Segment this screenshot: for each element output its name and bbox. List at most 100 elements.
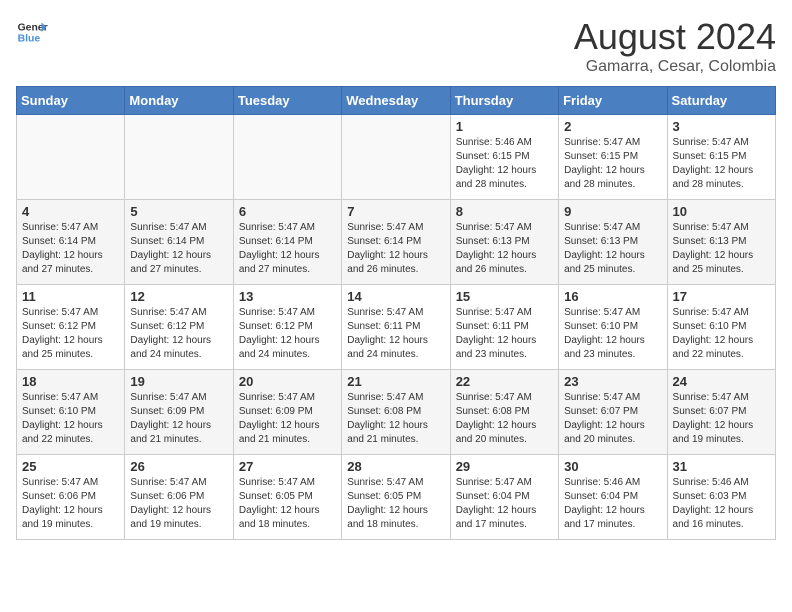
calendar-cell: 12 Sunrise: 5:47 AM Sunset: 6:12 PM Dayli…	[125, 285, 233, 370]
day-detail: Sunrise: 5:47 AM Sunset: 6:07 PM Dayligh…	[673, 391, 770, 447]
day-detail: Sunrise: 5:47 AM Sunset: 6:04 PM Dayligh…	[456, 476, 553, 532]
weekday-header-monday: Monday	[125, 87, 233, 115]
week-row-2: 4 Sunrise: 5:47 AM Sunset: 6:14 PM Daylig…	[17, 200, 776, 285]
day-number: 27	[239, 459, 336, 474]
calendar-title: August 2024	[574, 16, 776, 58]
calendar-cell: 29 Sunrise: 5:47 AM Sunset: 6:04 PM Dayli…	[450, 455, 558, 540]
calendar-cell: 13 Sunrise: 5:47 AM Sunset: 6:12 PM Dayli…	[233, 285, 341, 370]
day-detail: Sunrise: 5:47 AM Sunset: 6:11 PM Dayligh…	[456, 306, 553, 362]
calendar-cell: 16 Sunrise: 5:47 AM Sunset: 6:10 PM Dayli…	[559, 285, 667, 370]
calendar-cell: 7 Sunrise: 5:47 AM Sunset: 6:14 PM Daylig…	[342, 200, 450, 285]
week-row-4: 18 Sunrise: 5:47 AM Sunset: 6:10 PM Dayli…	[17, 370, 776, 455]
calendar-cell: 8 Sunrise: 5:47 AM Sunset: 6:13 PM Daylig…	[450, 200, 558, 285]
calendar-cell: 4Sunrise: 5:47 AM Sunset: 6:14 PM Daylig…	[17, 200, 125, 285]
day-number: 15	[456, 289, 553, 304]
calendar-cell: 6 Sunrise: 5:47 AM Sunset: 6:14 PM Daylig…	[233, 200, 341, 285]
calendar-subtitle: Gamarra, Cesar, Colombia	[574, 58, 776, 76]
calendar-cell: 19 Sunrise: 5:47 AM Sunset: 6:09 PM Dayli…	[125, 370, 233, 455]
calendar-cell: 1 Sunrise: 5:46 AM Sunset: 6:15 PM Daylig…	[450, 115, 558, 200]
day-number: 20	[239, 374, 336, 389]
day-number: 13	[239, 289, 336, 304]
calendar-cell: 30Sunrise: 5:46 AM Sunset: 6:04 PM Dayli…	[559, 455, 667, 540]
day-number: 18	[22, 374, 119, 389]
title-area: August 2024 Gamarra, Cesar, Colombia	[574, 16, 776, 76]
calendar-cell	[17, 115, 125, 200]
calendar-cell: 3 Sunrise: 5:47 AM Sunset: 6:15 PM Daylig…	[667, 115, 775, 200]
calendar-cell: 25 Sunrise: 5:47 AM Sunset: 6:06 PM Dayli…	[17, 455, 125, 540]
day-number: 5	[130, 204, 227, 219]
day-detail: Sunrise: 5:47 AM Sunset: 6:05 PM Dayligh…	[239, 476, 336, 532]
day-number: 1	[456, 119, 553, 134]
week-row-3: 11Sunrise: 5:47 AM Sunset: 6:12 PM Dayli…	[17, 285, 776, 370]
day-number: 22	[456, 374, 553, 389]
calendar-cell: 11Sunrise: 5:47 AM Sunset: 6:12 PM Dayli…	[17, 285, 125, 370]
day-detail: Sunrise: 5:47 AM Sunset: 6:13 PM Dayligh…	[673, 221, 770, 277]
day-number: 19	[130, 374, 227, 389]
day-detail: Sunrise: 5:47 AM Sunset: 6:06 PM Dayligh…	[22, 476, 119, 532]
logo-icon: General Blue	[16, 16, 48, 48]
weekday-header-sunday: Sunday	[17, 87, 125, 115]
weekday-header-friday: Friday	[559, 87, 667, 115]
day-detail: Sunrise: 5:46 AM Sunset: 6:04 PM Dayligh…	[564, 476, 661, 532]
header: General Blue August 2024 Gamarra, Cesar,…	[16, 16, 776, 76]
day-number: 10	[673, 204, 770, 219]
day-detail: Sunrise: 5:47 AM Sunset: 6:12 PM Dayligh…	[130, 306, 227, 362]
day-number: 29	[456, 459, 553, 474]
day-detail: Sunrise: 5:46 AM Sunset: 6:03 PM Dayligh…	[673, 476, 770, 532]
day-number: 4	[22, 204, 119, 219]
day-detail: Sunrise: 5:47 AM Sunset: 6:09 PM Dayligh…	[130, 391, 227, 447]
calendar-cell: 17 Sunrise: 5:47 AM Sunset: 6:10 PM Dayli…	[667, 285, 775, 370]
calendar-cell: 20Sunrise: 5:47 AM Sunset: 6:09 PM Dayli…	[233, 370, 341, 455]
day-detail: Sunrise: 5:47 AM Sunset: 6:15 PM Dayligh…	[673, 136, 770, 192]
day-number: 14	[347, 289, 444, 304]
day-number: 25	[22, 459, 119, 474]
day-number: 2	[564, 119, 661, 134]
day-detail: Sunrise: 5:47 AM Sunset: 6:10 PM Dayligh…	[22, 391, 119, 447]
day-detail: Sunrise: 5:47 AM Sunset: 6:14 PM Dayligh…	[130, 221, 227, 277]
day-number: 3	[673, 119, 770, 134]
day-number: 21	[347, 374, 444, 389]
day-detail: Sunrise: 5:47 AM Sunset: 6:12 PM Dayligh…	[239, 306, 336, 362]
day-detail: Sunrise: 5:47 AM Sunset: 6:10 PM Dayligh…	[564, 306, 661, 362]
day-detail: Sunrise: 5:47 AM Sunset: 6:13 PM Dayligh…	[564, 221, 661, 277]
calendar-cell: 5 Sunrise: 5:47 AM Sunset: 6:14 PM Daylig…	[125, 200, 233, 285]
day-detail: Sunrise: 5:47 AM Sunset: 6:10 PM Dayligh…	[673, 306, 770, 362]
day-number: 17	[673, 289, 770, 304]
day-number: 12	[130, 289, 227, 304]
day-number: 26	[130, 459, 227, 474]
day-detail: Sunrise: 5:47 AM Sunset: 6:12 PM Dayligh…	[22, 306, 119, 362]
calendar-cell: 23Sunrise: 5:47 AM Sunset: 6:07 PM Dayli…	[559, 370, 667, 455]
day-number: 9	[564, 204, 661, 219]
day-number: 16	[564, 289, 661, 304]
calendar-cell: 14Sunrise: 5:47 AM Sunset: 6:11 PM Dayli…	[342, 285, 450, 370]
day-detail: Sunrise: 5:47 AM Sunset: 6:06 PM Dayligh…	[130, 476, 227, 532]
calendar-cell: 10 Sunrise: 5:47 AM Sunset: 6:13 PM Dayli…	[667, 200, 775, 285]
calendar-cell	[233, 115, 341, 200]
calendar-cell: 2Sunrise: 5:47 AM Sunset: 6:15 PM Daylig…	[559, 115, 667, 200]
weekday-header-thursday: Thursday	[450, 87, 558, 115]
day-detail: Sunrise: 5:47 AM Sunset: 6:14 PM Dayligh…	[239, 221, 336, 277]
calendar-cell: 26 Sunrise: 5:47 AM Sunset: 6:06 PM Dayli…	[125, 455, 233, 540]
week-row-5: 25 Sunrise: 5:47 AM Sunset: 6:06 PM Dayli…	[17, 455, 776, 540]
weekday-header-wednesday: Wednesday	[342, 87, 450, 115]
calendar-cell	[342, 115, 450, 200]
day-detail: Sunrise: 5:47 AM Sunset: 6:07 PM Dayligh…	[564, 391, 661, 447]
calendar-cell: 31 Sunrise: 5:46 AM Sunset: 6:03 PM Dayli…	[667, 455, 775, 540]
day-detail: Sunrise: 5:47 AM Sunset: 6:05 PM Dayligh…	[347, 476, 444, 532]
calendar-cell: 27 Sunrise: 5:47 AM Sunset: 6:05 PM Dayli…	[233, 455, 341, 540]
day-detail: Sunrise: 5:47 AM Sunset: 6:14 PM Dayligh…	[347, 221, 444, 277]
day-number: 8	[456, 204, 553, 219]
day-number: 31	[673, 459, 770, 474]
calendar-cell: 9 Sunrise: 5:47 AM Sunset: 6:13 PM Daylig…	[559, 200, 667, 285]
day-number: 6	[239, 204, 336, 219]
day-number: 7	[347, 204, 444, 219]
weekday-header-row: SundayMondayTuesdayWednesdayThursdayFrid…	[17, 87, 776, 115]
calendar-cell: 18 Sunrise: 5:47 AM Sunset: 6:10 PM Dayli…	[17, 370, 125, 455]
svg-text:Blue: Blue	[18, 34, 41, 45]
day-detail: Sunrise: 5:46 AM Sunset: 6:15 PM Dayligh…	[456, 136, 553, 192]
day-detail: Sunrise: 5:47 AM Sunset: 6:13 PM Dayligh…	[456, 221, 553, 277]
calendar-cell: 22 Sunrise: 5:47 AM Sunset: 6:08 PM Dayli…	[450, 370, 558, 455]
weekday-header-saturday: Saturday	[667, 87, 775, 115]
day-detail: Sunrise: 5:47 AM Sunset: 6:08 PM Dayligh…	[456, 391, 553, 447]
week-row-1: 1 Sunrise: 5:46 AM Sunset: 6:15 PM Daylig…	[17, 115, 776, 200]
